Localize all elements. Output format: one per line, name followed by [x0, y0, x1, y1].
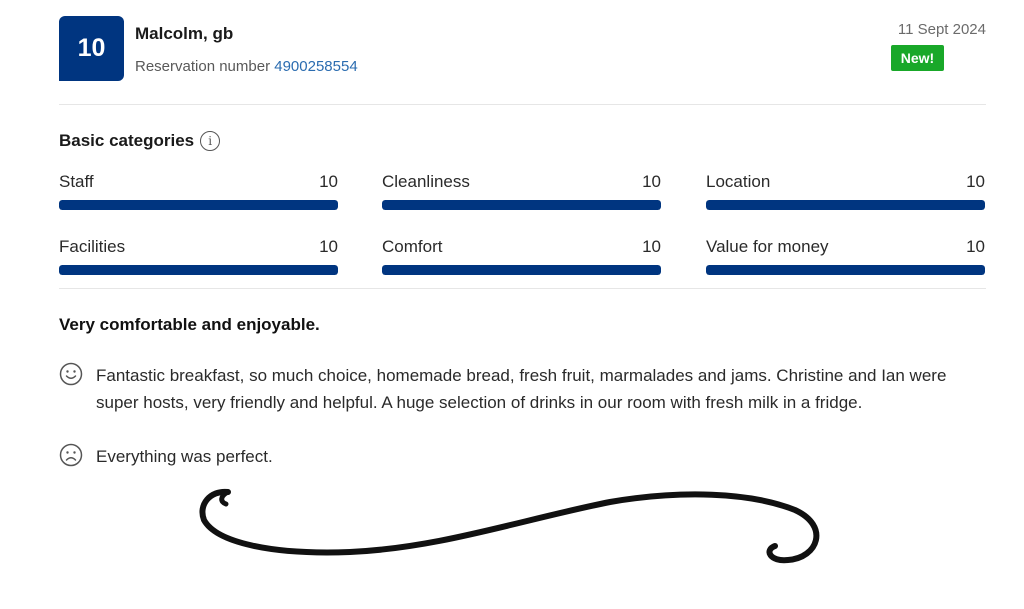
- category-bar: [382, 200, 661, 210]
- reservation-label: Reservation number: [135, 58, 271, 75]
- positive-review: Fantastic breakfast, so much choice, hom…: [59, 362, 986, 416]
- header-divider: [59, 104, 986, 105]
- reservation-number-link[interactable]: 4900258554: [274, 58, 357, 75]
- smiley-face-icon: [59, 362, 83, 386]
- category-label: Cleanliness: [382, 172, 470, 191]
- category-score: 10: [319, 237, 338, 256]
- category-bar-fill: [59, 265, 338, 275]
- category-bar-fill: [59, 200, 338, 210]
- decorative-swirl: [199, 488, 820, 564]
- category-bar: [382, 265, 661, 275]
- category-score: 10: [319, 172, 338, 191]
- positive-review-text: Fantastic breakfast, so much choice, hom…: [96, 366, 947, 412]
- negative-review-text: Everything was perfect.: [96, 447, 273, 466]
- categories-heading: Basic categories i: [59, 131, 221, 151]
- review-date: 11 Sept 2024: [897, 21, 986, 38]
- category-score: 10: [642, 237, 661, 256]
- review-score-badge: 10: [59, 16, 124, 81]
- category-bar: [59, 200, 338, 210]
- category-label: Comfort: [382, 237, 443, 256]
- review-score: 10: [77, 34, 106, 62]
- category-bar-fill: [382, 265, 661, 275]
- category-bar: [706, 200, 985, 210]
- category-label: Facilities: [59, 237, 126, 256]
- reservation-info: Reservation number 4900258554: [135, 58, 358, 75]
- category-staff: Staff 10: [59, 172, 338, 210]
- category-bar-fill: [706, 265, 985, 275]
- category-score: 10: [966, 237, 985, 256]
- category-bar-fill: [706, 200, 985, 210]
- category-value-for-money: Value for money 10: [706, 237, 985, 275]
- category-bar-fill: [382, 200, 661, 210]
- categories-divider: [59, 288, 986, 289]
- category-facilities: Facilities 10: [59, 237, 338, 275]
- category-label: Location: [706, 172, 771, 191]
- review-headline: Very comfortable and enjoyable.: [59, 315, 320, 334]
- reviewer-name: Malcolm, gb: [135, 24, 234, 43]
- category-score: 10: [642, 172, 661, 191]
- negative-review: Everything was perfect.: [59, 443, 986, 470]
- category-score: 10: [966, 172, 985, 191]
- category-bar: [706, 265, 985, 275]
- category-label: Staff: [59, 172, 94, 191]
- category-label: Value for money: [706, 237, 829, 256]
- new-badge: New!: [891, 45, 944, 71]
- category-cleanliness: Cleanliness 10: [382, 172, 661, 210]
- category-bar: [59, 265, 338, 275]
- categories-title: Basic categories: [59, 131, 195, 150]
- info-icon[interactable]: i: [200, 131, 221, 151]
- category-comfort: Comfort 10: [382, 237, 661, 275]
- sad-face-icon: [59, 443, 83, 467]
- category-location: Location 10: [706, 172, 985, 210]
